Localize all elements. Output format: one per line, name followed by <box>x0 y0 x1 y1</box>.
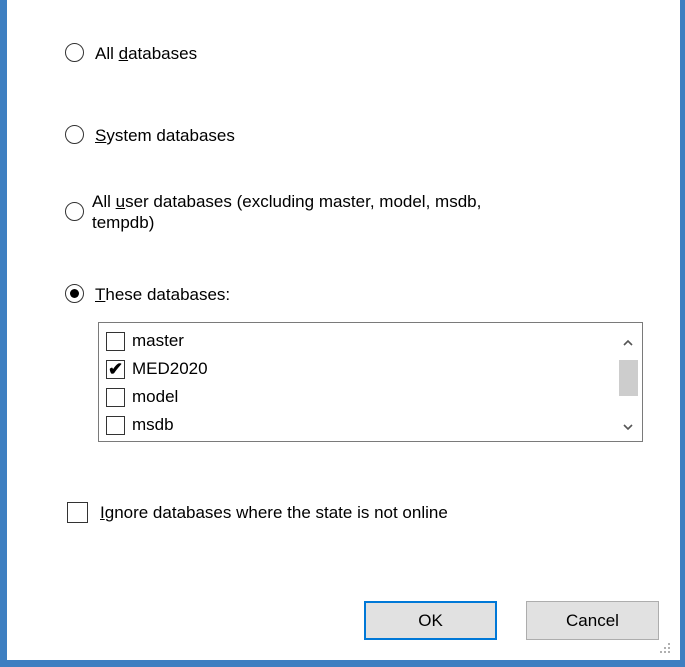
list-item-label: model <box>132 387 179 406</box>
resize-grip-icon[interactable] <box>660 643 672 655</box>
ignore-offline-label: Ignore databases where the state is not … <box>100 503 448 522</box>
window-frame-bottom <box>0 660 685 667</box>
list-item-checkbox[interactable] <box>106 415 125 435</box>
radio-button[interactable] <box>65 202 84 221</box>
radio-these-databases-label: These databases: <box>95 285 231 304</box>
radio-all-databases-label: All databases <box>95 44 198 63</box>
list-item[interactable]: msdb <box>106 412 174 438</box>
chevron-up-icon[interactable] <box>621 336 635 350</box>
scrollbar-thumb[interactable] <box>619 360 638 396</box>
list-item-checkbox[interactable] <box>106 331 125 351</box>
radio-system-databases-label: System databases <box>95 126 235 145</box>
list-item[interactable]: ✔ MED2020 <box>106 356 208 382</box>
radio-button[interactable] <box>65 125 84 144</box>
list-item[interactable]: master <box>106 328 184 354</box>
checkmark-icon: ✔ <box>107 358 124 379</box>
listbox-scrollbar[interactable] <box>614 323 642 441</box>
cancel-button[interactable]: Cancel <box>526 601 659 640</box>
window-frame-left <box>0 0 7 667</box>
list-item-label: master <box>132 331 184 350</box>
radio-all-databases[interactable]: All databases <box>65 43 197 64</box>
list-item-checkbox[interactable]: ✔ <box>106 358 125 379</box>
radio-all-user-databases[interactable]: All user databases (excluding master, mo… <box>65 191 481 233</box>
radio-button-selected[interactable] <box>65 284 84 303</box>
ignore-offline-checkbox[interactable] <box>67 502 88 523</box>
window-frame-right <box>680 0 685 667</box>
database-listbox[interactable]: master ✔ MED2020 model msdb <box>98 322 643 442</box>
radio-system-databases[interactable]: System databases <box>65 125 235 146</box>
ignore-offline-option[interactable]: Ignore databases where the state is not … <box>67 502 448 523</box>
list-item-label: MED2020 <box>132 359 208 378</box>
ok-button[interactable]: OK <box>364 601 497 640</box>
radio-button[interactable] <box>65 43 84 62</box>
database-selection-dialog: All databases System databases All user … <box>7 0 680 660</box>
chevron-down-icon[interactable] <box>621 420 635 434</box>
radio-these-databases[interactable]: These databases: <box>65 284 230 305</box>
list-item-checkbox[interactable] <box>106 387 125 407</box>
radio-all-user-databases-label: All user databases (excluding master, mo… <box>92 192 482 232</box>
list-item-label: msdb <box>132 415 174 434</box>
list-item[interactable]: model <box>106 384 178 410</box>
